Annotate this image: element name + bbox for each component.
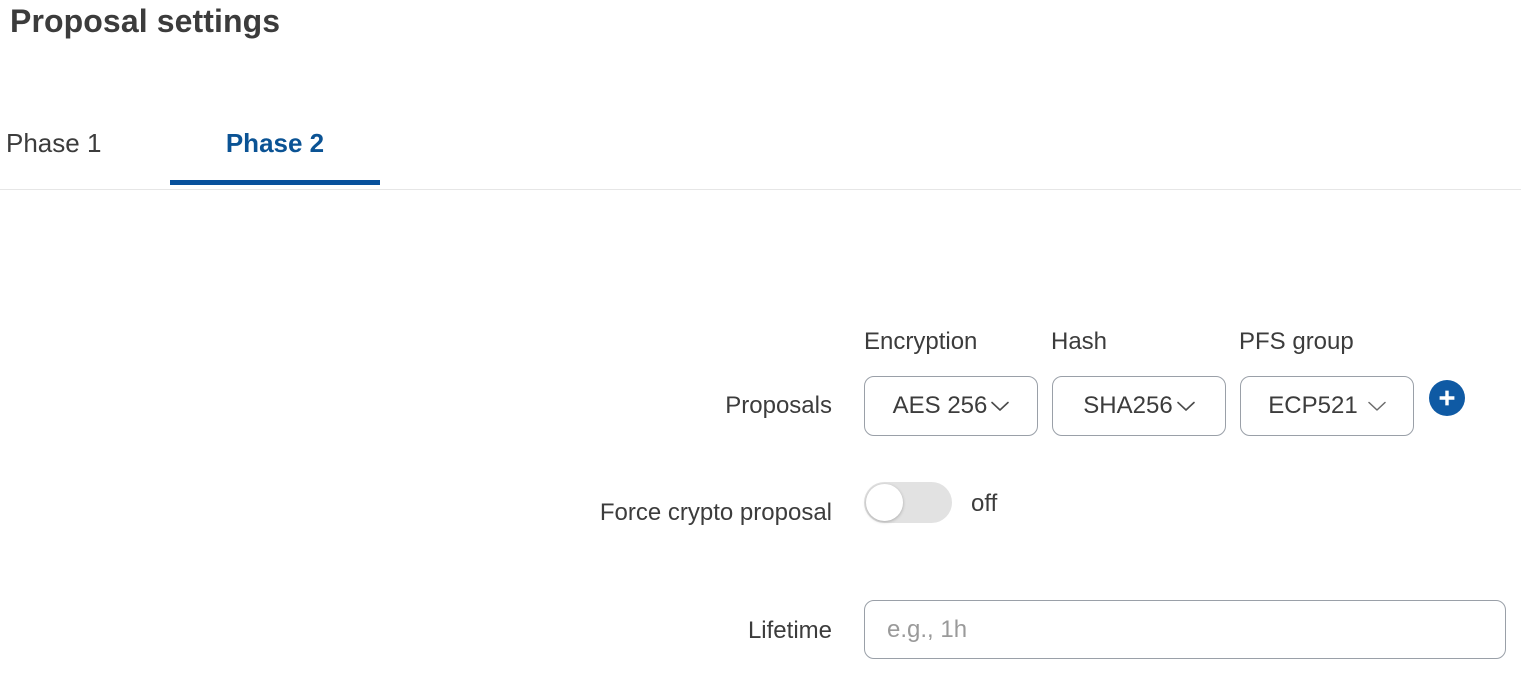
chevron-down-icon xyxy=(1367,401,1386,411)
column-header-pfs-group: PFS group xyxy=(1239,328,1354,355)
hash-dropdown[interactable]: SHA256 xyxy=(1052,376,1226,436)
tab-phase-1-label: Phase 1 xyxy=(6,128,102,158)
pfs-group-dropdown[interactable]: ECP521 xyxy=(1240,376,1414,436)
pfs-group-dropdown-value: ECP521 xyxy=(1268,392,1358,419)
toggle-knob xyxy=(866,484,903,521)
lifetime-input[interactable] xyxy=(864,600,1506,659)
encryption-dropdown-value: AES 256 xyxy=(892,392,988,419)
column-header-hash: Hash xyxy=(1051,328,1108,355)
lifetime-label: Lifetime xyxy=(747,617,832,644)
hash-dropdown-value: SHA256 xyxy=(1083,392,1173,419)
proposal-settings-page: Proposal settings Phase 1 Phase 2 Encryp… xyxy=(0,0,1521,685)
proposals-label: Proposals xyxy=(725,392,832,419)
tab-phase-1[interactable]: Phase 1 xyxy=(0,118,124,189)
tab-phase-2-label: Phase 2 xyxy=(225,128,325,158)
chevron-down-icon xyxy=(991,401,1010,411)
force-crypto-proposal-toggle[interactable] xyxy=(864,482,952,523)
column-header-encryption: Encryption xyxy=(864,328,978,355)
plus-icon xyxy=(1439,390,1455,406)
active-tab-indicator xyxy=(170,180,380,185)
encryption-dropdown[interactable]: AES 256 xyxy=(864,376,1038,436)
force-crypto-proposal-state: off xyxy=(971,490,998,517)
add-proposal-button[interactable] xyxy=(1429,380,1465,416)
tab-phase-2[interactable]: Phase 2 xyxy=(170,118,380,189)
chevron-down-icon xyxy=(1176,401,1195,411)
force-crypto-proposal-label: Force crypto proposal xyxy=(599,499,832,526)
page-title: Proposal settings xyxy=(10,3,281,39)
